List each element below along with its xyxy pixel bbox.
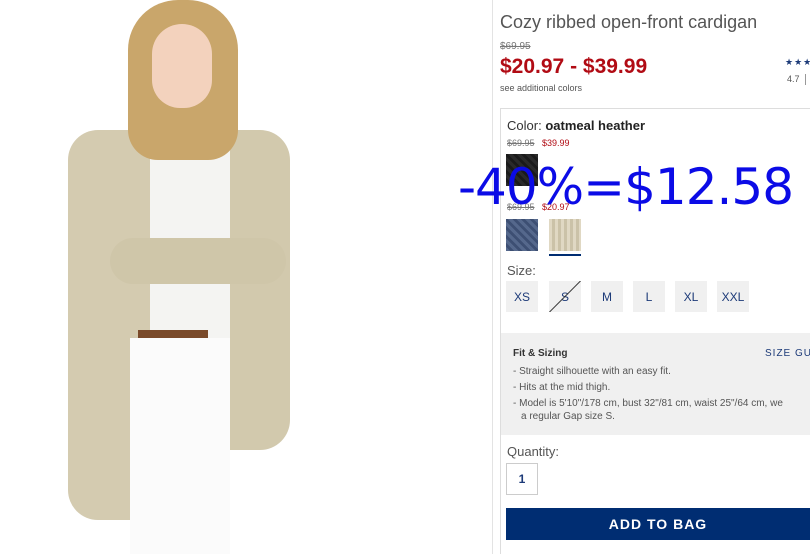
discount-overlay-text: -40%=$12.58 xyxy=(458,158,794,216)
fit-bullet: - Model is 5'10"/178 cm, bust 32"/81 cm,… xyxy=(513,398,783,409)
size-label: Size: xyxy=(507,263,536,278)
arm-shape xyxy=(110,238,286,284)
size-option-xxl[interactable]: XXL xyxy=(717,281,749,312)
fit-bullet: - Hits at the mid thigh. xyxy=(513,382,611,393)
size-option-xl[interactable]: XL xyxy=(675,281,707,312)
quantity-label: Quantity: xyxy=(507,444,560,459)
fit-bullet-continued: a regular Gap size S. xyxy=(521,411,615,422)
quantity-field[interactable]: 1 xyxy=(506,463,538,495)
pants-shape xyxy=(130,338,230,554)
divider xyxy=(492,0,493,554)
belt-shape xyxy=(138,330,208,338)
product-title: Cozy ribbed open-front cardigan xyxy=(500,12,758,32)
rating-value: 4.7 xyxy=(787,74,800,84)
options-panel-border xyxy=(500,108,810,109)
color-label: Color: oatmeal heather xyxy=(507,118,645,133)
color-swatch-blue[interactable] xyxy=(506,219,538,251)
fit-sizing-title: Fit & Sizing xyxy=(513,348,568,359)
swatch-group-old-price: $69.95 xyxy=(507,138,535,148)
original-price: $69.95 xyxy=(500,41,531,52)
color-label-text: Color: xyxy=(507,118,542,133)
product-image[interactable] xyxy=(0,0,492,554)
rating-separator xyxy=(805,74,806,85)
see-additional-colors-link[interactable]: see additional colors xyxy=(500,83,582,93)
size-option-m[interactable]: M xyxy=(591,281,623,312)
size-option-xs[interactable]: XS xyxy=(506,281,538,312)
color-swatch-oatmeal-heather[interactable] xyxy=(549,219,581,251)
swatch-group-new-price: $39.99 xyxy=(542,138,570,148)
add-to-bag-button[interactable]: ADD TO BAG xyxy=(506,508,810,540)
sale-price-range: $20.97 - $39.99 xyxy=(500,55,648,78)
size-option-s-unavailable[interactable]: S xyxy=(549,281,581,312)
selected-swatch-indicator xyxy=(549,254,581,256)
rating-stars-icon[interactable]: ★★★ xyxy=(785,57,810,68)
fit-bullet: - Straight silhouette with an easy fit. xyxy=(513,366,671,377)
face-shape xyxy=(152,24,212,108)
size-option-l[interactable]: L xyxy=(633,281,665,312)
size-guide-link[interactable]: SIZE GU xyxy=(765,348,810,359)
selected-color-name: oatmeal heather xyxy=(545,118,646,133)
